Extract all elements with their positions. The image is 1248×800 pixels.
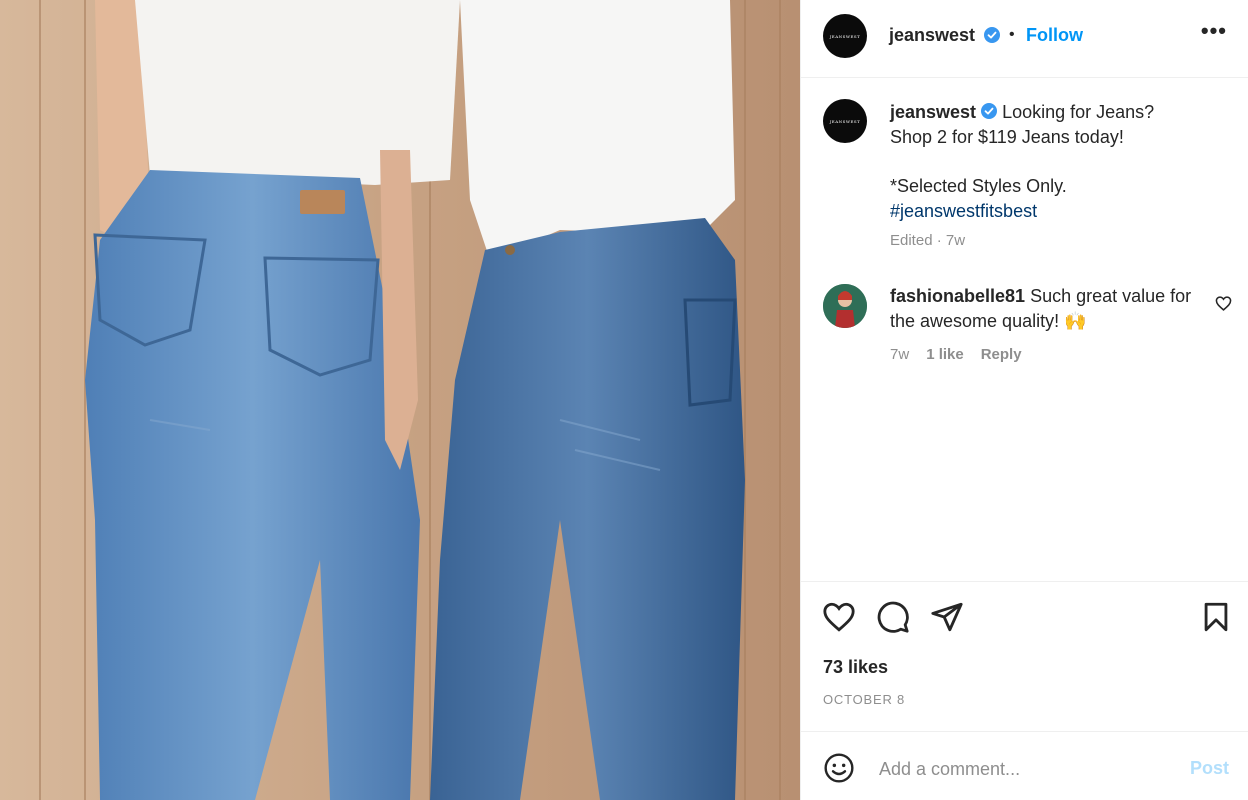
post-side-panel: JEANSWEST jeanswest • Follow ••• JEANSWE…: [800, 0, 1248, 800]
comment-likes[interactable]: 1 like: [926, 346, 964, 363]
comment-input[interactable]: [877, 754, 1171, 784]
comment-time: 7w: [890, 346, 910, 363]
comment-reply-button[interactable]: Reply: [981, 346, 1022, 363]
caption-meta: Edited · 7w: [890, 232, 966, 249]
instagram-post: JEANSWEST jeanswest • Follow ••• JEANSWE…: [0, 0, 1248, 800]
add-comment-bar: Post: [801, 731, 1248, 800]
commenter-avatar[interactable]: [823, 284, 867, 328]
caption-avatar[interactable]: JEANSWEST: [823, 99, 867, 143]
post-photo[interactable]: [0, 0, 800, 800]
post-comment-button[interactable]: Post: [1190, 758, 1229, 779]
avatar-logo-text: JEANSWEST: [829, 33, 861, 39]
caption-avatar-text: JEANSWEST: [829, 118, 861, 124]
comment-meta: 7w 1 like Reply: [890, 346, 1022, 363]
caption-line-3: *Selected Styles Only.: [890, 176, 1067, 196]
caption-line-2: Shop 2 for $119 Jeans today!: [890, 127, 1124, 147]
post-actions: [801, 581, 1248, 731]
header-separator: •: [1009, 26, 1015, 43]
bookmark-icon[interactable]: [1199, 600, 1233, 634]
jeans-photo-illustration: [0, 0, 800, 800]
heart-icon[interactable]: [822, 600, 856, 634]
more-options-icon[interactable]: •••: [1201, 20, 1227, 42]
follow-button[interactable]: Follow: [1026, 25, 1083, 46]
post-header: JEANSWEST jeanswest • Follow •••: [801, 0, 1248, 78]
author-username[interactable]: jeanswest: [889, 25, 975, 46]
verified-icon: [984, 27, 1000, 43]
post-caption: jeanswest Looking for Jeans? Shop 2 for …: [890, 100, 1210, 224]
author-avatar[interactable]: JEANSWEST: [823, 14, 867, 58]
post-date: OCTOBER 8: [823, 692, 906, 707]
caption-verified-icon: [981, 103, 998, 119]
caption-hashtag[interactable]: #jeanswestfitsbest: [890, 199, 1210, 224]
caption-line-1: Looking for Jeans?: [1002, 102, 1155, 122]
share-icon[interactable]: [930, 600, 964, 634]
smile-icon[interactable]: [823, 752, 855, 784]
caption-username[interactable]: jeanswest: [890, 102, 976, 122]
comment-icon[interactable]: [876, 600, 910, 634]
likes-count[interactable]: 73 likes: [823, 657, 888, 678]
commenter-username[interactable]: fashionabelle81: [890, 286, 1025, 306]
comment-like-heart-icon[interactable]: [1215, 295, 1232, 312]
comment-body: fashionabelle81 Such great value for the…: [890, 284, 1200, 334]
